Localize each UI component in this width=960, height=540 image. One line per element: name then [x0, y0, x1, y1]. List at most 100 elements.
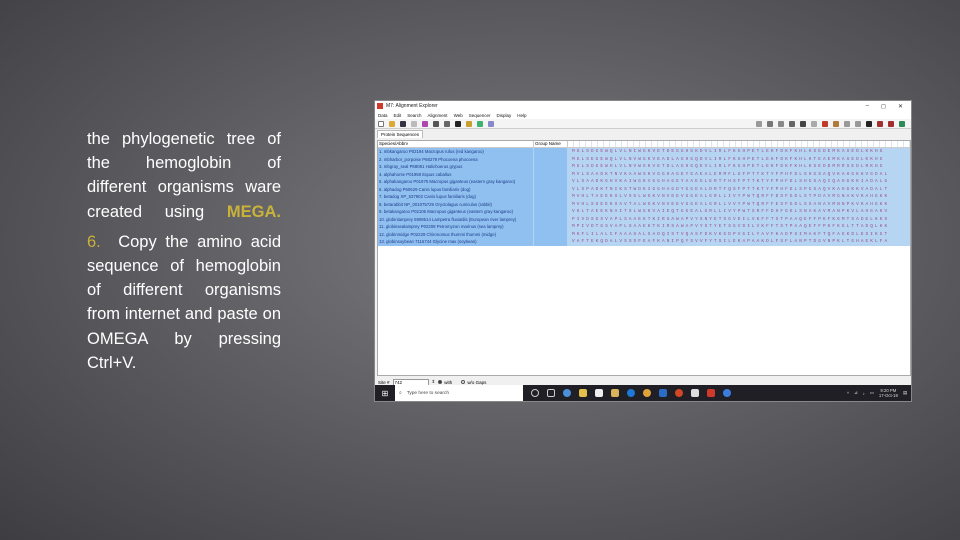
photos-icon[interactable]: [691, 389, 699, 397]
gap-icon[interactable]: [811, 120, 817, 127]
windows-start-icon[interactable]: ⊞: [375, 385, 395, 401]
alignment-grid[interactable]: Species/Abbrv Group Name 1. mbkangaroo P…: [377, 140, 911, 376]
sequence-name[interactable]: 5. alphakangaroo P01975 Macropus gigante…: [378, 178, 534, 186]
store-icon[interactable]: [611, 389, 619, 397]
minimize-button[interactable]: –: [866, 103, 869, 110]
sequence-row[interactable]: 3. mbgray_seal P68081 Halichoerus grypus…: [378, 163, 910, 171]
task-view-icon[interactable]: [547, 389, 555, 397]
sequence-residues[interactable]: MPIVDTGSVAPLSAAEKTKIRSAWAPVYSTYETSGVDILV…: [568, 223, 910, 231]
sequence-name[interactable]: 13. globinsoybean 7116744 Glycine max (s…: [378, 238, 534, 246]
sequence-row[interactable]: 7. betadog XP_537902 Canis lupus familia…: [378, 193, 910, 201]
group-name-cell[interactable]: [534, 170, 568, 178]
column-header-species[interactable]: Species/Abbrv: [378, 141, 534, 147]
tab-protein-sequences[interactable]: Protein Sequences: [377, 130, 424, 138]
radio-with[interactable]: with: [438, 380, 452, 385]
group-name-cell[interactable]: [534, 193, 568, 201]
group-icon[interactable]: [833, 120, 839, 127]
sequence-name[interactable]: 1. mbkangaroo P02194 Macropus rufus (red…: [378, 148, 534, 156]
mega-taskbar-icon[interactable]: [707, 389, 715, 397]
sequence-residues[interactable]: MGLSDGEWHLVLNVWGKVETDLAGHGQEVLIRLFKGHPET…: [568, 163, 910, 171]
muscle-icon[interactable]: [466, 120, 472, 127]
group-name-cell[interactable]: [534, 155, 568, 163]
volume-icon[interactable]: ♪: [863, 391, 865, 396]
group-name-cell[interactable]: [534, 223, 568, 231]
right-arrow-icon[interactable]: [855, 120, 861, 127]
sequence-row[interactable]: 6. alphadog P60529 Canis lupus familiari…: [378, 185, 910, 193]
group-name-cell[interactable]: [534, 178, 568, 186]
find-next-icon[interactable]: [888, 120, 894, 127]
file-explorer-icon[interactable]: [579, 389, 587, 397]
battery-icon[interactable]: ▭: [870, 390, 874, 396]
word-icon[interactable]: [455, 120, 461, 127]
sequence-name[interactable]: 3. mbgray_seal P68081 Halichoerus grypus: [378, 163, 534, 171]
sequence-row[interactable]: 8. betarabbit NP_001075729 Oryctolagus c…: [378, 200, 910, 208]
group-name-cell[interactable]: [534, 148, 568, 156]
sequence-residues[interactable]: MGLSEGEWQLVLNVWGKVEADLAGHGQDVLIRLFKGHPET…: [568, 155, 910, 163]
word-app-icon[interactable]: [659, 389, 667, 397]
cut-icon[interactable]: [778, 120, 784, 127]
green-marker-icon[interactable]: [477, 120, 483, 127]
sequence-row[interactable]: 4. alphahorse P01958 Equus caballus MVLSA…: [378, 170, 910, 178]
menu-alignment[interactable]: Alignment: [428, 113, 448, 118]
close-button[interactable]: ✕: [898, 103, 903, 110]
group-name-cell[interactable]: [534, 200, 568, 208]
save-icon[interactable]: [400, 120, 406, 127]
sequence-name[interactable]: 8. betarabbit NP_001075729 Oryctolagus c…: [378, 200, 534, 208]
sequence-row[interactable]: 1. mbkangaroo P02194 Macropus rufus (red…: [378, 148, 910, 156]
group-name-cell[interactable]: [534, 238, 568, 246]
notifications-icon[interactable]: ▤: [903, 390, 907, 396]
undo-icon[interactable]: [756, 120, 762, 127]
sequence-residues[interactable]: VAFTEKQDALVSSSFEAFKANIPQYSVVFYTSILEKAPAA…: [568, 238, 910, 246]
powerpoint-icon[interactable]: [675, 389, 683, 397]
menu-data[interactable]: Data: [378, 113, 388, 118]
menu-help[interactable]: Help: [517, 113, 526, 118]
sequence-name[interactable]: 10. globinlamprey 5908514 Lampetra fluvi…: [378, 215, 534, 223]
tray-chevron-icon[interactable]: ^: [847, 391, 849, 396]
sequence-residues[interactable]: PIVDSGSVAPLSAAEKTKIRSAWAPVYSNYETSGVDILVK…: [568, 215, 910, 223]
menu-display[interactable]: Display: [497, 113, 512, 118]
sequence-residues[interactable]: VLSAADKGHVKAIWGKVGGHAGEYAAEGLERTFHSFPTTK…: [568, 178, 910, 186]
sequence-residues[interactable]: MVLSAADKTNVKAAWSKVGGHAGEYGAEALERMFLGFPTT…: [568, 170, 910, 178]
sequence-row[interactable]: 9. betakangaroo P02106 Macropus giganteu…: [378, 208, 910, 216]
sequence-row[interactable]: 12. globinmidge P02229 Chironomus thummi…: [378, 230, 910, 238]
edge-icon[interactable]: [627, 389, 635, 397]
left-arrow-icon[interactable]: [844, 120, 850, 127]
sequence-residues[interactable]: VLSPADKTNIKSTWDKIGGHAGDYGGEALDRTFQSFPTTK…: [568, 185, 910, 193]
sequence-name[interactable]: 12. globinmidge P02229 Chironomus thummi…: [378, 230, 534, 238]
sequence-row[interactable]: 13. globinsoybean 7116744 Glycine max (s…: [378, 238, 910, 246]
sequence-name[interactable]: 11. globinsealamprey P02208 Petromyzon m…: [378, 223, 534, 231]
sequence-row[interactable]: 11. globinsealamprey P02208 Petromyzon m…: [378, 223, 910, 231]
group-name-cell[interactable]: [534, 230, 568, 238]
sequence-residues[interactable]: MVHLTAEEKSLVSGLWGKVNVDEVGGEALGRLLIVYPWTQ…: [568, 193, 910, 201]
sequence-residues[interactable]: MVHLSSEEKSAVTALWGKVNVEEVGGEALGRLLVVYPWTQ…: [568, 200, 910, 208]
cortana-icon[interactable]: [531, 389, 539, 397]
clock[interactable]: 9:20 PM 17-Oct-19: [879, 388, 898, 398]
sequence-name[interactable]: 9. betakangaroo P02106 Macropus giganteu…: [378, 208, 534, 216]
menu-search[interactable]: Search: [407, 113, 421, 118]
menu-web[interactable]: Web: [454, 113, 463, 118]
chrome-icon[interactable]: [643, 389, 651, 397]
sequence-row[interactable]: 2. mbharbor_porpoise P68279 Phocoena pho…: [378, 155, 910, 163]
find-icon[interactable]: [866, 120, 872, 127]
new-file-icon[interactable]: [378, 120, 384, 127]
group-name-cell[interactable]: [534, 215, 568, 223]
find-motif-icon[interactable]: [899, 120, 905, 127]
column-header-group[interactable]: Group Name: [534, 141, 568, 147]
close-data-icon[interactable]: [411, 120, 417, 127]
tree-icon[interactable]: [488, 120, 494, 127]
delete-icon[interactable]: [800, 120, 806, 127]
menu-sequencer[interactable]: Sequencer: [469, 113, 491, 118]
mail-icon[interactable]: [595, 389, 603, 397]
paste-icon[interactable]: [789, 120, 795, 127]
browser-globe-icon[interactable]: [563, 389, 571, 397]
group-name-cell[interactable]: [534, 208, 568, 216]
mark-icon[interactable]: [822, 120, 828, 127]
taskbar-search-box[interactable]: ⌕ Type here to search: [395, 385, 523, 401]
open-folder-icon[interactable]: [389, 120, 395, 127]
translate-icon[interactable]: [433, 120, 439, 127]
build-icon[interactable]: [444, 120, 450, 127]
sequence-name[interactable]: 6. alphadog P60529 Canis lupus familiari…: [378, 185, 534, 193]
sequence-residues[interactable]: MKFLILALCFAAASALSADQISTVQASFDKVKGDPVGILY…: [568, 230, 910, 238]
maximize-button[interactable]: ◻: [881, 103, 886, 110]
group-name-cell[interactable]: [534, 163, 568, 171]
